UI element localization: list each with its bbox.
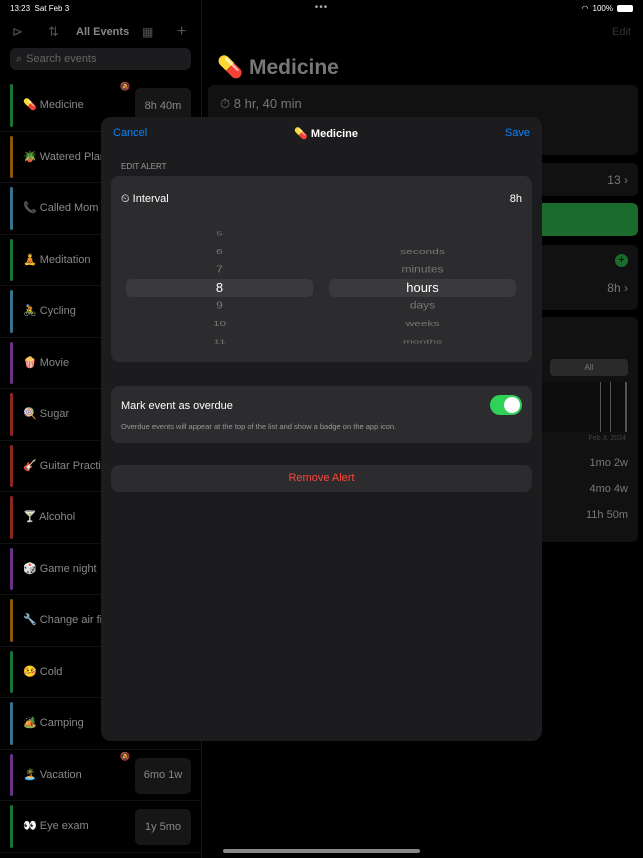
picker-option[interactable]: days bbox=[329, 299, 516, 312]
status-date: Sat Feb 3 bbox=[34, 3, 70, 13]
color-bar bbox=[10, 290, 13, 333]
sort-icon[interactable]: ⇅ bbox=[48, 24, 59, 40]
color-bar bbox=[10, 650, 13, 693]
elapsed-badge: 6mo 1w bbox=[135, 757, 191, 794]
picker-option[interactable]: 8 bbox=[126, 280, 313, 296]
color-bar bbox=[10, 393, 13, 436]
event-label: 💊 Medicine bbox=[23, 99, 84, 112]
cancel-button[interactable]: Cancel bbox=[113, 127, 147, 140]
color-bar bbox=[10, 187, 13, 230]
section-header: EDIT ALERT bbox=[121, 162, 167, 171]
color-bar bbox=[10, 496, 13, 539]
bell-slash-icon: 🔕 bbox=[120, 82, 130, 91]
picker-option[interactable]: hours bbox=[329, 280, 516, 296]
unit-picker[interactable]: seconds minutes hours days weeks months bbox=[329, 231, 516, 345]
search-icon: ⌕ bbox=[16, 52, 23, 65]
timer-icon: ⏲ bbox=[121, 193, 130, 205]
picker-option[interactable]: seconds bbox=[329, 247, 516, 257]
edit-alert-sheet: Cancel 💊 Medicine Save EDIT ALERT ⏲ Inte… bbox=[101, 117, 542, 741]
count-value: 13 bbox=[607, 173, 621, 187]
interval-group: ⏲ Interval 8h 5 6 7 8 9 10 11 seconds minutes ho… bbox=[111, 176, 532, 362]
battery-icon bbox=[617, 4, 633, 12]
wifi-icon: ◠ bbox=[581, 3, 589, 13]
color-bar bbox=[10, 238, 13, 281]
chart-mark bbox=[610, 382, 611, 432]
chart-mark bbox=[600, 382, 601, 432]
stat-value: 4mo 4w bbox=[589, 483, 628, 495]
event-title: 💊 Medicine bbox=[217, 56, 339, 79]
add-alert-icon[interactable]: + bbox=[615, 254, 628, 267]
edit-button[interactable]: Edit bbox=[612, 26, 631, 38]
overdue-group: Mark event as overdue Overdue events wil… bbox=[111, 386, 532, 443]
stat-value: 1mo 2w bbox=[589, 457, 628, 469]
battery-level: 100% bbox=[592, 3, 613, 13]
color-bar bbox=[10, 753, 13, 796]
color-bar bbox=[10, 135, 13, 178]
home-indicator[interactable] bbox=[223, 849, 420, 853]
overdue-toggle[interactable] bbox=[490, 395, 522, 415]
stat-value: 11h 50m bbox=[586, 509, 628, 521]
search-placeholder: Search events bbox=[26, 53, 97, 65]
status-bar: 13:23 Sat Feb 3 ••• ◠ 100% bbox=[0, 0, 643, 16]
elapsed-badge: 1y 5mo bbox=[135, 809, 191, 845]
chart-date-label: Feb 3, 2024 bbox=[588, 435, 626, 442]
remove-alert-button[interactable]: Remove Alert bbox=[111, 465, 532, 492]
sidebar-item[interactable]: 🏝️ Vacation 🔕 6mo 1w bbox=[0, 750, 202, 801]
alert-value: 8h bbox=[607, 281, 621, 295]
color-bar bbox=[10, 444, 13, 487]
picker-option[interactable]: 7 bbox=[126, 263, 313, 276]
overdue-label: Mark event as overdue bbox=[121, 400, 233, 412]
filter-all-button[interactable]: All bbox=[550, 359, 628, 376]
interval-value: 8h bbox=[509, 193, 522, 205]
event-label: 👀 Eye exam bbox=[23, 820, 89, 833]
color-bar bbox=[10, 341, 13, 384]
save-button[interactable]: Save bbox=[505, 127, 530, 140]
color-bar bbox=[10, 599, 13, 642]
add-icon[interactable]: + bbox=[177, 23, 186, 41]
picker-option[interactable]: minutes bbox=[329, 263, 516, 276]
overdue-note: Overdue events will appear at the top of… bbox=[121, 422, 397, 431]
number-picker[interactable]: 5 6 7 8 9 10 11 bbox=[126, 230, 313, 345]
picker-option[interactable]: months bbox=[329, 338, 516, 345]
color-bar bbox=[10, 547, 13, 590]
picker-option[interactable]: 5 bbox=[126, 230, 313, 237]
color-bar bbox=[10, 702, 13, 745]
picker-option[interactable]: weeks bbox=[329, 319, 516, 329]
event-label: 🏝️ Vacation bbox=[23, 768, 82, 781]
picker-option[interactable]: 9 bbox=[126, 299, 313, 312]
picker-option[interactable]: 10 bbox=[126, 319, 313, 329]
chart-mark bbox=[625, 382, 627, 432]
elapsed-time: 8 hr, 40 min bbox=[233, 96, 302, 111]
sheet-title: 💊 Medicine bbox=[294, 128, 358, 140]
picker-option[interactable]: 6 bbox=[126, 247, 313, 257]
sidebar-title: All Events bbox=[76, 26, 130, 38]
stopwatch-icon: ⏱ bbox=[220, 96, 231, 111]
color-bar bbox=[10, 84, 13, 127]
play-icon[interactable]: ⊳ bbox=[12, 24, 23, 40]
bell-slash-icon: 🔕 bbox=[120, 751, 130, 761]
sidebar-item[interactable]: 👀 Eye exam 1y 5mo bbox=[0, 801, 202, 853]
color-bar bbox=[10, 805, 13, 848]
grid-icon[interactable]: ▦ bbox=[142, 25, 153, 39]
multitasking-dots-icon[interactable]: ••• bbox=[315, 2, 329, 13]
search-input[interactable]: ⌕ Search events bbox=[10, 48, 191, 70]
picker-option[interactable]: 11 bbox=[126, 338, 313, 345]
status-time: 13:23 bbox=[10, 3, 31, 13]
interval-label: Interval bbox=[132, 193, 169, 205]
